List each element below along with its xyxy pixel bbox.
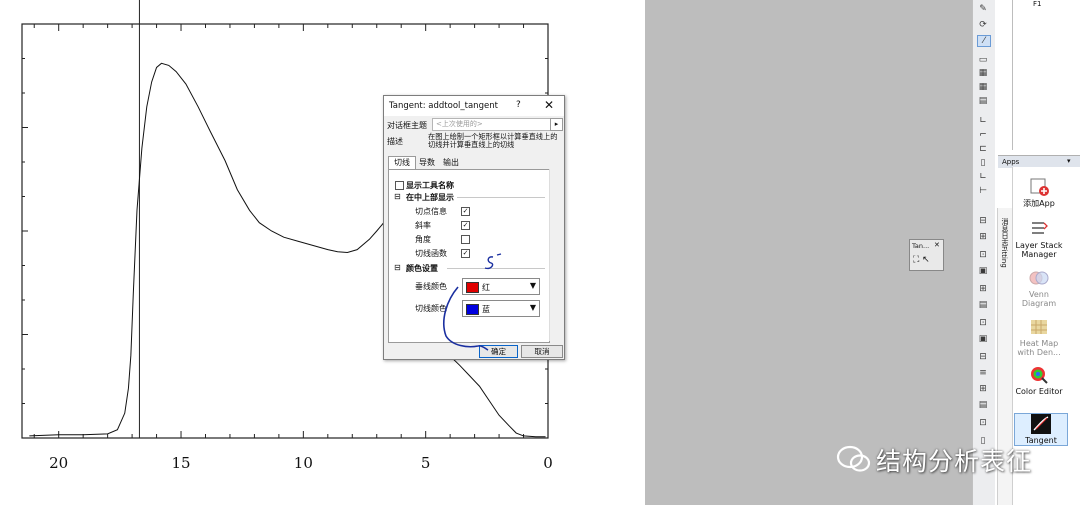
tangent-icon [1031,414,1051,434]
frame-icon[interactable]: ⌐ [977,130,989,140]
tangent-mini-window[interactable]: Tan... ✕ ⛶ ↖ [909,239,944,271]
app-color-editor[interactable]: Color Editor [1013,365,1065,396]
axis-icon[interactable]: ∟ [977,172,989,182]
watermark-text: 结构分析表征 [876,447,1033,476]
layer-item-label[interactable]: F1 [1033,0,1041,8]
tangent-tool-icon[interactable]: ⁄ [977,35,991,47]
align-icon[interactable]: ▣ [977,334,989,344]
axis-icon[interactable]: ⊢ [977,186,989,196]
align-icon[interactable]: ⊡ [977,318,989,328]
close-icon[interactable]: ✕ [934,241,940,249]
side-tab-fitting[interactable]: Fitting [1000,246,1008,268]
frame-icon[interactable]: ⊏ [977,144,989,154]
venn-icon [1029,271,1049,285]
align-icon[interactable]: ▣ [977,266,989,276]
heatmap-icon [1031,320,1047,334]
layer-icon[interactable]: ▭ [977,55,989,65]
app-label: 添加App [1023,199,1055,208]
align-icon[interactable]: ⊞ [977,284,989,294]
mini-tool-icons[interactable]: ⛶ ↖ [913,255,930,265]
app-label: Heat Map with Den... [1017,339,1061,357]
app-layer-stack-manager[interactable]: Layer Stack Manager [1013,219,1065,259]
vertical-toolbar: ✎ ⟳ ⁄ ▭ ▦ ▦ ▤ ∟ ⌐ ⊏ ▯ ∟ ⊢ ⊟ ⊞ ⊡ ▣ ⊞ ▤ ⊡ … [972,0,995,505]
align-icon[interactable]: ⊞ [977,384,989,394]
add-app-icon [1030,178,1049,196]
align-icon[interactable]: ≡ [977,368,989,378]
object-manager-panel: F1 [1012,0,1080,150]
apps-menu-icon[interactable]: ▾ [1067,157,1071,165]
align-icon[interactable]: ▤ [977,400,989,410]
axis-icon[interactable]: ∟ [977,116,989,126]
apps-panel-title: Apps [1002,158,1020,166]
draw-icon[interactable]: ✎ [977,4,989,14]
annotation-squiggle [484,253,502,270]
app-label: Layer Stack Manager [1015,241,1063,259]
wechat-icon [836,445,871,472]
app-add[interactable]: 添加App [1013,177,1065,208]
align-icon[interactable]: ▤ [977,300,989,310]
align-icon[interactable]: ⊞ [977,232,989,242]
layer-stack-icon [1032,222,1048,234]
app-label: Venn Diagram [1021,290,1057,308]
layout-icon[interactable]: ▤ [977,96,989,106]
side-tab-messages[interactable]: 消息日志 [1000,218,1010,246]
frame-icon[interactable]: ▯ [977,158,989,168]
app-venn-diagram[interactable]: Venn Diagram [1013,268,1065,308]
align-icon[interactable]: ⊡ [977,250,989,260]
app-label: Color Editor [1015,387,1063,396]
align-icon[interactable]: ⊟ [977,216,989,226]
align-icon[interactable]: ⊡ [977,418,989,428]
color-editor-icon [1031,367,1048,384]
mini-window-title: Tan... [912,242,930,250]
app-heat-map[interactable]: Heat Map with Den... [1013,317,1065,357]
grid-icon[interactable]: ▦ [977,68,989,78]
rotate-icon[interactable]: ⟳ [977,20,989,30]
grid-icon[interactable]: ▦ [977,82,989,92]
annotation-circle [442,286,489,351]
align-icon[interactable]: ⊟ [977,352,989,362]
